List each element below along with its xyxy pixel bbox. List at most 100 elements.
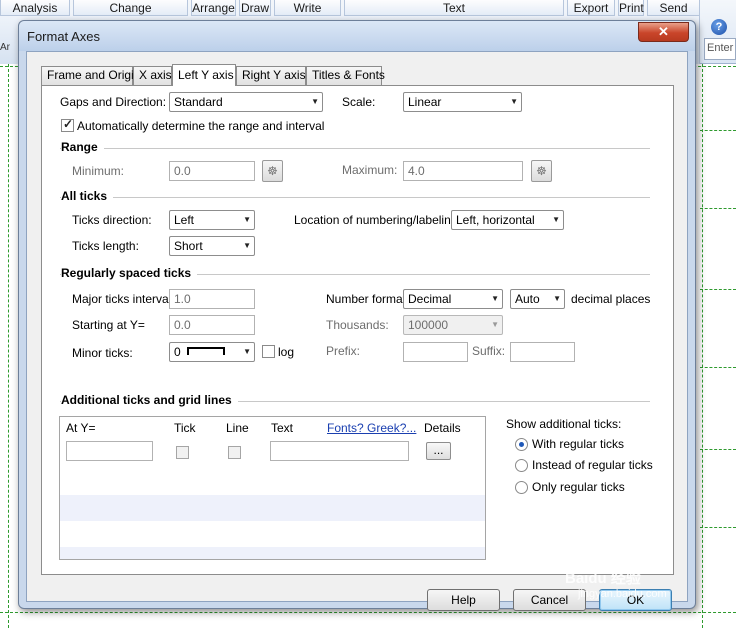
column-header-at-y: At Y= <box>66 421 96 435</box>
at-y-input[interactable] <box>66 441 153 461</box>
dialog-title: Format Axes <box>27 29 100 44</box>
fonts-greek-link[interactable]: Fonts? Greek?... <box>327 421 416 435</box>
prefix-input[interactable] <box>403 342 468 362</box>
scale-select[interactable]: Linear <box>403 92 522 112</box>
tab-frame-and-origin[interactable]: Frame and Origin <box>41 66 140 85</box>
dialog-titlebar[interactable]: Format Axes ✕ <box>19 21 695 51</box>
tick-line-swatch <box>187 347 225 355</box>
line-checkbox[interactable] <box>228 446 241 459</box>
gaps-direction-select[interactable]: Standard <box>169 92 323 112</box>
page-guide-line <box>700 130 736 131</box>
maximum-input[interactable]: 4.0 <box>403 161 523 181</box>
ticks-length-label: Ticks length: <box>72 239 139 253</box>
minor-ticks-value: 0 <box>174 345 181 359</box>
all-ticks-heading: All ticks <box>61 189 114 203</box>
ribbon-tab-arrange[interactable]: Arrange <box>191 0 236 16</box>
cancel-button[interactable]: Cancel <box>513 589 586 611</box>
help-circle-icon[interactable]: ? <box>711 19 727 35</box>
ribbon-tab-draw[interactable]: Draw <box>239 0 271 16</box>
tab-left-y-axis[interactable]: Left Y axis <box>172 64 236 86</box>
close-button[interactable]: ✕ <box>638 22 689 42</box>
suffix-input[interactable] <box>510 342 575 362</box>
page-guide-line <box>702 64 703 628</box>
ribbon-tab-text[interactable]: Text <box>344 0 564 16</box>
number-format-select[interactable]: Decimal <box>403 289 503 309</box>
help-button[interactable]: Help <box>427 589 500 611</box>
auto-range-checkbox[interactable] <box>61 117 74 132</box>
major-interval-label: Major ticks interval: <box>72 292 175 306</box>
ribbon-tab-analysis[interactable]: Analysis <box>0 0 70 16</box>
format-axes-dialog: Format Axes ✕ Frame and Origin X axis Le… <box>18 20 696 611</box>
regular-ticks-heading: Regularly spaced ticks <box>61 266 198 280</box>
maximum-label: Maximum: <box>342 163 398 177</box>
page-guide-line <box>700 449 736 450</box>
tab-titles-fonts[interactable]: Titles & Fonts <box>306 66 385 85</box>
radio-only-regular[interactable] <box>515 481 528 494</box>
range-separator <box>60 148 650 149</box>
column-header-text: Text <box>271 421 294 435</box>
prefix-label: Prefix: <box>326 344 361 358</box>
decimal-places-select[interactable]: Auto <box>510 289 565 309</box>
minor-ticks-label: Minor ticks: <box>72 346 133 360</box>
minor-ticks-select[interactable]: 0 <box>169 342 255 362</box>
minimum-label: Minimum: <box>72 164 125 178</box>
table-row <box>60 495 485 521</box>
tab-x-axis[interactable]: X axis <box>133 66 172 85</box>
table-row <box>60 547 485 559</box>
left-y-axis-panel: Gaps and Direction: Standard Scale: Line… <box>41 85 674 575</box>
location-select[interactable]: Left, horizontal <box>451 210 564 230</box>
column-header-details: Details <box>424 421 461 435</box>
maximum-lock-button[interactable]: ☸ <box>531 160 552 182</box>
page-guide-line <box>700 289 736 290</box>
radio-only-label: Only regular ticks <box>532 480 625 494</box>
location-label: Location of numbering/labeling: <box>294 213 461 227</box>
suffix-label: Suffix: <box>472 344 506 358</box>
minimum-lock-button[interactable]: ☸ <box>262 160 283 182</box>
additional-heading: Additional ticks and grid lines <box>61 393 238 407</box>
radio-with-regular-label: With regular ticks <box>532 437 625 451</box>
thousands-select[interactable]: 100000 <box>403 315 503 335</box>
starting-at-label: Starting at Y= <box>72 318 145 332</box>
log-label: log <box>278 345 295 359</box>
watermark-bottom: jingyan.baidu.com <box>578 588 667 600</box>
minimum-input[interactable]: 0.0 <box>169 161 255 181</box>
close-icon: ✕ <box>658 24 669 39</box>
radio-instead-label: Instead of regular ticks <box>532 458 653 472</box>
ticks-direction-label: Ticks direction: <box>72 213 152 227</box>
number-format-label: Number format: <box>326 292 410 306</box>
all-ticks-separator <box>60 197 650 198</box>
decimal-places-label: decimal places <box>571 292 651 306</box>
ticks-direction-select[interactable]: Left <box>169 210 255 230</box>
lock-icon: ☸ <box>267 164 278 178</box>
page-guide-line <box>700 208 736 209</box>
page-guide-line <box>700 527 736 528</box>
major-interval-input[interactable]: 1.0 <box>169 289 255 309</box>
ribbon-tab-write[interactable]: Write <box>274 0 341 16</box>
radio-instead-of-regular[interactable] <box>515 459 528 472</box>
tick-checkbox[interactable] <box>176 446 189 459</box>
starting-at-input[interactable]: 0.0 <box>169 315 255 335</box>
page-guide-line <box>0 612 736 613</box>
ribbon-tab-export[interactable]: Export <box>567 0 615 16</box>
column-header-line: Line <box>226 421 249 435</box>
ribbon-tab-send[interactable]: Send <box>647 0 700 16</box>
ribbon-tab-change[interactable]: Change <box>73 0 188 16</box>
tab-right-y-axis[interactable]: Right Y axis <box>236 66 306 85</box>
column-header-tick: Tick <box>174 421 196 435</box>
page-guide-line <box>700 367 736 368</box>
log-checkbox[interactable] <box>262 345 275 358</box>
thousands-label: Thousands: <box>326 318 389 332</box>
details-button[interactable]: ... <box>426 442 451 460</box>
ribbon-tab-print[interactable]: Print <box>618 0 644 16</box>
show-additional-label: Show additional ticks: <box>506 417 622 431</box>
page-guide-line <box>8 64 9 628</box>
additional-ticks-grid: At Y= Tick Line Text Fonts? Greek?... De… <box>59 416 486 560</box>
auto-range-label: Automatically determine the range and in… <box>77 119 325 133</box>
range-heading: Range <box>61 140 104 154</box>
text-input[interactable] <box>270 441 409 461</box>
lock-icon: ☸ <box>536 164 547 178</box>
ticks-length-select[interactable]: Short <box>169 236 255 256</box>
scale-label: Scale: <box>342 95 376 109</box>
search-input[interactable]: Enter <box>704 38 736 60</box>
radio-with-regular[interactable] <box>515 438 528 451</box>
